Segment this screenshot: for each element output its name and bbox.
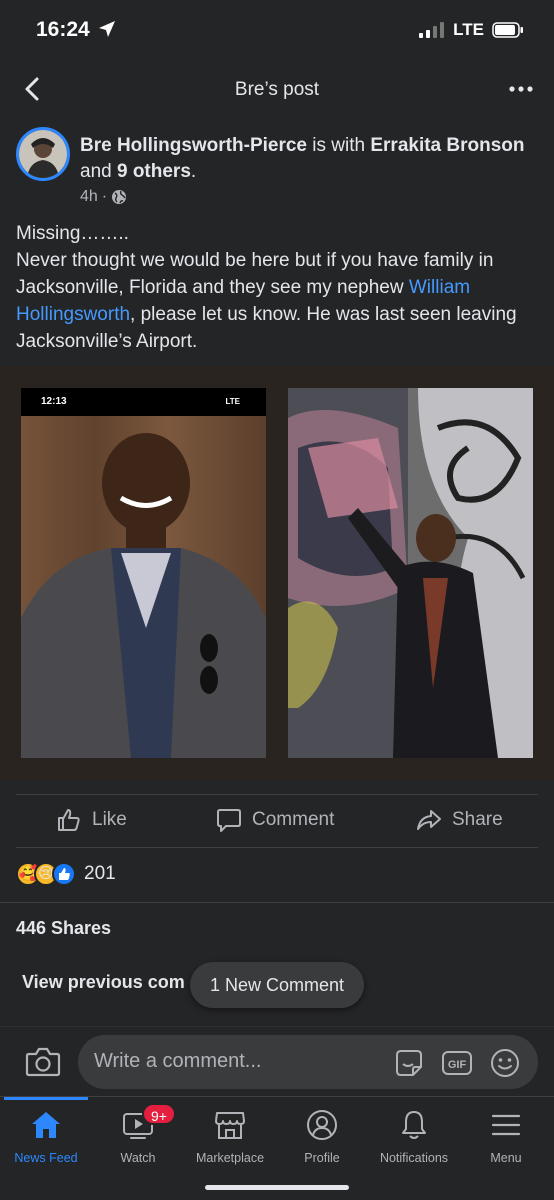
post-actions: Like Comment Share xyxy=(0,795,554,847)
tagged-person[interactable]: Errakita Bronson xyxy=(370,135,524,156)
tab-label: Profile xyxy=(304,1151,340,1165)
tab-label: News Feed xyxy=(14,1151,78,1165)
post-time[interactable]: 4h xyxy=(80,188,98,206)
photo-graffiti-wall[interactable] xyxy=(288,388,533,758)
like-label: Like xyxy=(92,809,127,830)
comment-label: Comment xyxy=(252,809,335,830)
emoji-icon[interactable] xyxy=(489,1047,521,1079)
avatar-sticker-icon[interactable] xyxy=(393,1047,425,1079)
comment-composer: Write a comment... GIF xyxy=(0,1026,554,1096)
watch-badge: 9+ xyxy=(142,1103,176,1125)
more-options-icon[interactable] xyxy=(508,76,534,102)
storefront-icon xyxy=(215,1112,245,1139)
nav-bar: Bre’s post xyxy=(0,62,554,118)
comment-button[interactable]: Comment xyxy=(216,807,334,833)
tab-menu[interactable]: Menu xyxy=(460,1097,552,1177)
meta-separator: · xyxy=(101,188,108,205)
post-text: Missing…….. Never thought we would be he… xyxy=(16,220,538,355)
tab-news-feed[interactable]: News Feed xyxy=(0,1097,92,1177)
bell-icon xyxy=(402,1111,426,1139)
battery-icon xyxy=(492,22,523,38)
share-button[interactable]: Share xyxy=(416,807,503,833)
share-arrow-icon xyxy=(417,810,441,830)
reactions-summary[interactable]: 🥰 😢 201 xyxy=(16,860,116,888)
tab-label: Marketplace xyxy=(195,1151,265,1165)
period: . xyxy=(190,161,197,182)
author-name[interactable]: Bre Hollingsworth-Pierce xyxy=(80,135,307,156)
avatar-image xyxy=(19,130,67,178)
comment-placeholder: Write a comment... xyxy=(94,1050,262,1072)
avatar[interactable] xyxy=(16,127,70,181)
with-text: is with xyxy=(307,135,371,156)
home-indicator xyxy=(205,1185,349,1190)
photo-grid: 12:13 LTE xyxy=(0,366,554,780)
screenshot-network: LTE xyxy=(225,397,240,406)
page-title: Bre’s post xyxy=(234,79,320,100)
view-previous-comments[interactable]: View previous com xyxy=(22,972,192,993)
and-text: and xyxy=(80,161,117,182)
svg-text:GIF: GIF xyxy=(448,1059,467,1071)
like-button[interactable]: Like xyxy=(56,807,127,833)
hamburger-menu-icon xyxy=(491,1114,521,1136)
tab-marketplace[interactable]: Marketplace xyxy=(184,1097,276,1177)
reaction-count: 201 xyxy=(84,863,116,884)
profile-icon xyxy=(307,1110,337,1140)
tab-profile[interactable]: Profile xyxy=(276,1097,368,1177)
status-bar: 16:24 LTE xyxy=(0,0,554,62)
tab-notifications[interactable]: Notifications xyxy=(368,1097,460,1177)
post-author-line: Bre Hollingsworth-Pierce is with Errakit… xyxy=(80,133,530,185)
comment-input[interactable]: Write a comment... GIF xyxy=(78,1035,538,1089)
signal-icon xyxy=(419,22,445,38)
status-indicators: LTE xyxy=(419,20,524,40)
portrait-image xyxy=(21,388,266,758)
tab-label: Watch xyxy=(120,1151,156,1165)
network-type: LTE xyxy=(453,20,484,39)
home-icon xyxy=(32,1112,60,1138)
divider xyxy=(0,902,554,903)
graffiti-photo-image xyxy=(288,388,533,758)
photo-portrait-blazer[interactable]: 12:13 LTE xyxy=(21,388,266,758)
tagged-others[interactable]: 9 others xyxy=(117,161,191,182)
location-arrow-icon xyxy=(99,21,115,37)
camera-icon[interactable] xyxy=(24,1043,62,1081)
tab-label: Notifications xyxy=(379,1151,449,1165)
comment-bubble-icon xyxy=(217,809,241,832)
active-tab-indicator xyxy=(4,1097,88,1100)
tab-label: Menu xyxy=(490,1151,522,1165)
post-text-paragraph: Never thought we would be here but if yo… xyxy=(16,247,538,355)
thumbs-up-icon xyxy=(58,809,80,831)
new-comment-pill[interactable]: 1 New Comment xyxy=(190,962,364,1008)
post-text-line1: Missing…….. xyxy=(16,223,129,244)
post-header: Bre Hollingsworth-Pierce is with Errakit… xyxy=(0,125,554,215)
screenshot-time: 12:13 xyxy=(41,396,67,407)
status-time: 16:24 xyxy=(36,18,90,41)
divider xyxy=(16,847,538,848)
like-reaction-icon xyxy=(52,862,76,886)
share-label: Share xyxy=(452,809,503,830)
post-meta: 4h · xyxy=(80,188,127,206)
gif-icon[interactable]: GIF xyxy=(441,1047,473,1079)
shares-count[interactable]: 446 Shares xyxy=(16,918,111,939)
globe-icon xyxy=(112,190,127,204)
tab-watch[interactable]: 9+ Watch xyxy=(92,1097,184,1177)
